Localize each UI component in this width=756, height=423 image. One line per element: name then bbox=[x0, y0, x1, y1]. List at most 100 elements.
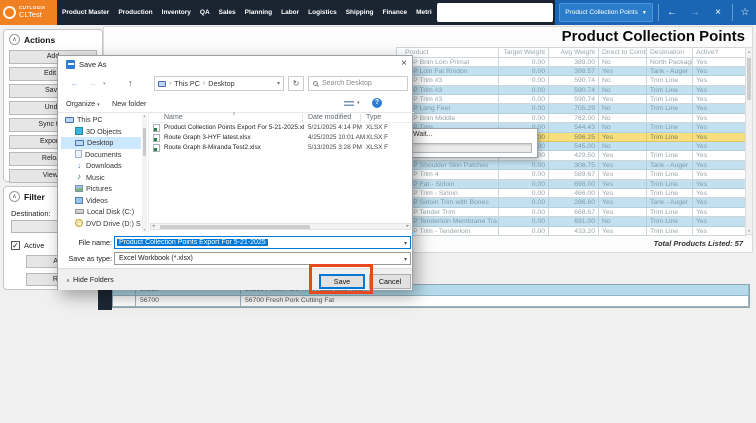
tree-item-documents[interactable]: Documents bbox=[61, 149, 141, 161]
table-cell: Yes bbox=[693, 95, 746, 104]
table-vertical-scrollbar[interactable]: ▴ ▾ bbox=[745, 47, 753, 235]
table-row[interactable]: WIP Sirloin Trim with Bones0.00286.60Yes… bbox=[397, 198, 745, 207]
menu-item-metrics[interactable]: Metrics bbox=[416, 9, 432, 16]
scroll-down-icon[interactable]: ▾ bbox=[746, 228, 752, 233]
column-header-type[interactable]: Type bbox=[366, 114, 381, 121]
actions-panel-header[interactable]: ∧ Actions bbox=[4, 30, 102, 47]
close-screen-icon[interactable]: × bbox=[709, 0, 727, 25]
breadcrumb-this-pc[interactable]: This PC bbox=[174, 79, 200, 88]
table-row[interactable]: WIP Trim #30.00590.74YesTrim LineYes bbox=[397, 95, 745, 104]
hide-folders-button[interactable]: ∧Hide Folders bbox=[66, 275, 114, 284]
table-row[interactable]: WIP Trim - Tenderloin0.00433.20YesTrim L… bbox=[397, 227, 745, 236]
table-row[interactable]: WIP Long Feet0.00705.29NoTrim LineYes bbox=[397, 104, 745, 113]
new-folder-button[interactable]: New folder bbox=[112, 99, 146, 108]
column-header-avg-weight[interactable]: Avg Weight bbox=[549, 48, 599, 58]
table-row[interactable]: WIP Fat - Sirloin0.00698.00YesTrim LineY… bbox=[397, 180, 745, 189]
help-icon[interactable]: ? bbox=[372, 98, 382, 108]
scroll-right-icon[interactable]: ▸ bbox=[406, 224, 409, 229]
table-cell: Yes bbox=[599, 133, 647, 142]
forward-arrow-icon[interactable]: → bbox=[686, 0, 704, 25]
scroll-left-icon[interactable]: ◂ bbox=[152, 224, 155, 229]
column-divider[interactable] bbox=[302, 114, 303, 122]
table-row[interactable]: WIP Bnin Loin Primal0.00389.00NoNorth Pa… bbox=[397, 58, 745, 67]
file-row[interactable]: Route Graph 8-Miranda Test2.xlsx5/13/202… bbox=[150, 143, 411, 153]
column-header-active[interactable]: Active? bbox=[693, 48, 746, 58]
table-row[interactable]: WIP Shoulder Skin Patches0.00306.75YesTa… bbox=[397, 161, 745, 170]
menu-item-inventory[interactable]: Inventory bbox=[162, 9, 191, 16]
column-header-destination[interactable]: Destination bbox=[647, 48, 693, 58]
nav-back-icon[interactable]: ← bbox=[70, 78, 79, 88]
table-cell: Yes bbox=[693, 114, 746, 123]
screen-selector-dropdown[interactable]: Product Collection Points ▼ bbox=[559, 3, 653, 22]
scrollbar-thumb[interactable] bbox=[143, 128, 146, 156]
chevron-down-icon[interactable]: ▾ bbox=[277, 80, 280, 87]
tree-item-music[interactable]: ♪Music bbox=[61, 172, 141, 184]
scrollbar-thumb[interactable] bbox=[160, 225, 310, 229]
column-header-direct-to-combo[interactable]: Direct to Combo bbox=[599, 48, 647, 58]
table-row[interactable]: WIP Trim 40.00589.67YesTrim LineYes bbox=[397, 170, 745, 179]
tree-item-downloads[interactable]: ↓Downloads bbox=[61, 160, 141, 172]
table-row[interactable]: WIP Bnin Middle0.00762.00NoYes bbox=[397, 114, 745, 123]
tree-item-this-pc[interactable]: This PC bbox=[61, 114, 141, 126]
search-box[interactable]: Search Desktop bbox=[308, 76, 408, 91]
file-type: XLSX F bbox=[366, 134, 408, 141]
back-arrow-icon[interactable]: ← bbox=[663, 0, 681, 25]
list-horizontal-scrollbar[interactable]: ◂ ▸ bbox=[150, 223, 411, 230]
table-cell: 596.25 bbox=[549, 133, 599, 142]
tree-scrollbar[interactable]: ▴ ▾ bbox=[142, 114, 147, 232]
table-cell: Tank - Auger bbox=[647, 198, 693, 207]
nav-forward-icon[interactable]: → bbox=[88, 78, 97, 88]
tree-item-3d-objects[interactable]: 3D Objects bbox=[61, 126, 141, 138]
file-name-input[interactable]: Product Collection Points Export For 5-2… bbox=[114, 236, 411, 249]
scroll-up-icon[interactable]: ▴ bbox=[746, 49, 752, 54]
file-row[interactable]: Product Collection Points Export For 5-2… bbox=[150, 123, 411, 133]
table-cell: Trim Line bbox=[647, 76, 693, 85]
menu-item-sales[interactable]: Sales bbox=[219, 9, 236, 16]
tree-item-pictures[interactable]: Pictures bbox=[61, 183, 141, 195]
menu-item-finance[interactable]: Finance bbox=[383, 9, 408, 16]
breadcrumb-desktop[interactable]: Desktop bbox=[208, 79, 234, 88]
favorite-star-icon[interactable]: ☆ bbox=[736, 0, 754, 25]
column-header-name[interactable]: Name bbox=[164, 114, 183, 121]
column-header-date[interactable]: Date modified bbox=[308, 114, 351, 121]
menu-item-production[interactable]: Production bbox=[118, 9, 152, 16]
scroll-up-icon[interactable]: ▴ bbox=[142, 114, 147, 118]
view-options-icon[interactable] bbox=[344, 101, 354, 108]
table-row[interactable]: WIP Trim #30.00590.74NoTrim LineYes bbox=[397, 86, 745, 95]
nav-up-icon[interactable]: ↑ bbox=[128, 78, 133, 88]
dialog-window-icon bbox=[66, 60, 75, 69]
chevron-down-icon[interactable]: ▾ bbox=[404, 240, 407, 247]
tree-item-videos[interactable]: Videos bbox=[61, 195, 141, 207]
column-header-target-weight[interactable]: Target Weight bbox=[499, 48, 549, 58]
table-row[interactable]: WIP Trim #30.00590.74NoTrim LineYes bbox=[397, 76, 745, 85]
menu-item-planning[interactable]: Planning bbox=[245, 9, 272, 16]
menu-item-logistics[interactable]: Logistics bbox=[308, 9, 337, 16]
organize-menu[interactable]: Organize ▾ bbox=[66, 99, 100, 108]
table-row[interactable]: WIP Tender Trim0.00668.67YesTrim LineYes bbox=[397, 208, 745, 217]
menu-item-qa[interactable]: QA bbox=[200, 9, 210, 16]
tree-item-desktop[interactable]: Desktop bbox=[61, 137, 141, 149]
active-checkbox[interactable]: ✓ bbox=[11, 241, 20, 250]
tree-item-dvd-drive-d-s[interactable]: DVD Drive (D:) S bbox=[61, 218, 141, 230]
tree-item-local-disk-c[interactable]: Local Disk (C:) bbox=[61, 206, 141, 218]
column-divider[interactable] bbox=[360, 114, 361, 122]
breadcrumb[interactable]: › This PC › Desktop ▾ bbox=[154, 76, 284, 91]
scrollbar-thumb[interactable] bbox=[747, 58, 751, 100]
table-row[interactable]: WIP Loin Fat Rindon0.00398.57YesTank - A… bbox=[397, 67, 745, 76]
menu-item-shipping[interactable]: Shipping bbox=[346, 9, 374, 16]
navbar-search-input[interactable] bbox=[437, 3, 553, 22]
chevron-down-icon[interactable]: ▾ bbox=[357, 100, 360, 106]
table-row[interactable]: WIP Trim - Sirloin0.00466.00YesTrim Line… bbox=[397, 189, 745, 198]
recent-locations-icon[interactable]: ▾ bbox=[103, 81, 106, 87]
menu-item-labor[interactable]: Labor bbox=[281, 9, 299, 16]
dialog-close-icon[interactable]: × bbox=[396, 57, 412, 71]
table-row[interactable]: WIP Tenderloin Membrane Tra0.00691.00NoT… bbox=[397, 217, 745, 226]
list-item[interactable]: 5670056700 Fresh Pork Cutting Fat bbox=[113, 296, 749, 307]
refresh-button[interactable]: ↻ bbox=[288, 76, 304, 91]
cancel-button[interactable]: Cancel bbox=[369, 274, 411, 289]
menu-item-product-master[interactable]: Product Master bbox=[62, 9, 109, 16]
scroll-down-icon[interactable]: ▾ bbox=[142, 228, 147, 232]
file-row[interactable]: Route Graph 3-HYF latest.xlsx4/25/2025 1… bbox=[150, 133, 411, 143]
table-cell: Yes bbox=[599, 180, 647, 189]
chevron-down-icon[interactable]: ▾ bbox=[404, 256, 407, 263]
